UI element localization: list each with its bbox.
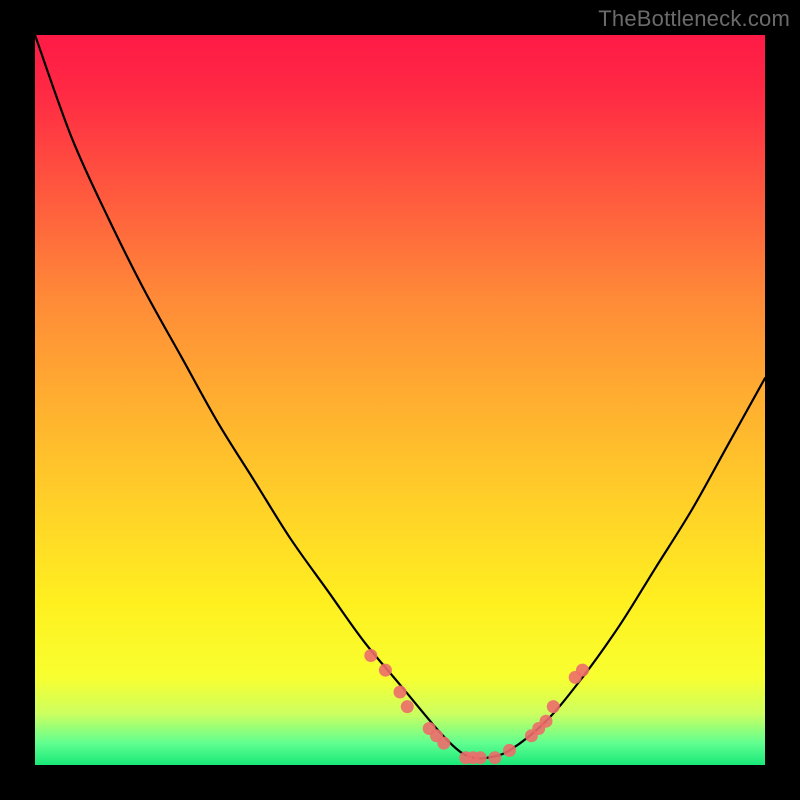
chart-frame: TheBottleneck.com — [0, 0, 800, 800]
marker-dot — [576, 664, 589, 677]
marker-dot — [488, 751, 501, 764]
marker-dot — [394, 686, 407, 699]
marker-dot — [503, 744, 516, 757]
curve-layer — [35, 35, 765, 765]
marker-dot — [437, 737, 450, 750]
bottleneck-curve — [35, 35, 765, 759]
marker-dot — [364, 649, 377, 662]
marker-dot — [540, 715, 553, 728]
plot-area — [35, 35, 765, 765]
marker-dot — [401, 700, 414, 713]
marker-dot — [474, 751, 487, 764]
marker-group — [364, 649, 589, 764]
watermark-text: TheBottleneck.com — [598, 6, 790, 32]
marker-dot — [547, 700, 560, 713]
marker-dot — [379, 664, 392, 677]
